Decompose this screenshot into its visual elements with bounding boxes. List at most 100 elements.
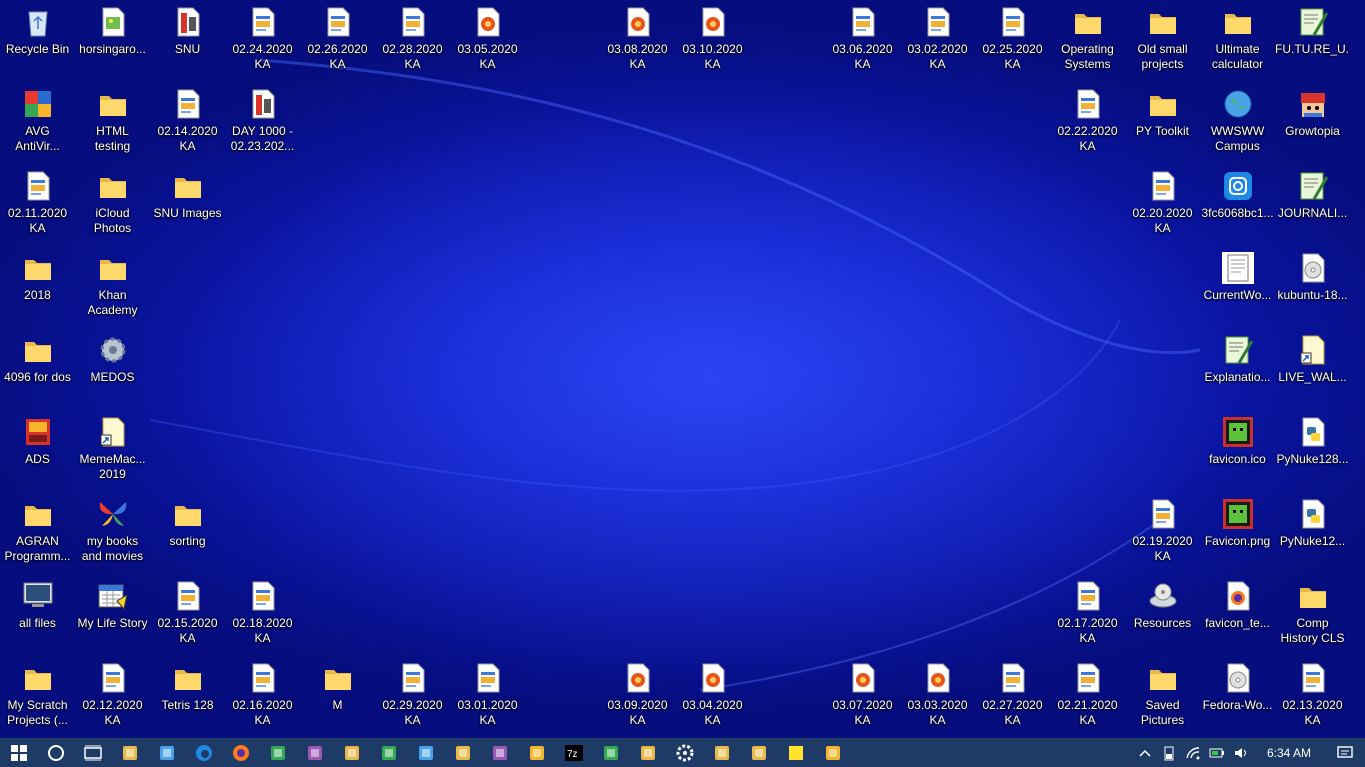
green-app-icon[interactable] (407, 738, 444, 767)
desktop-icon[interactable]: AVG AntiVir... (0, 82, 75, 162)
desktop-icon[interactable]: Explanatio... (1200, 328, 1275, 408)
clock[interactable]: 6:34 AM (1253, 746, 1325, 760)
chevron-up-icon[interactable] (1133, 738, 1157, 767)
desktop-icon[interactable]: 03.08.2020 KA (600, 0, 675, 80)
desktop-icon[interactable]: 03.06.2020 KA (825, 0, 900, 80)
desktop-icon[interactable]: 02.15.2020 KA (150, 574, 225, 654)
desktop-icon[interactable]: 02.11.2020 KA (0, 164, 75, 244)
desktop-icon[interactable]: 02.24.2020 KA (225, 0, 300, 80)
desktop-icon[interactable]: LIVE_WAL... (1275, 328, 1350, 408)
desktop-icon[interactable]: PY Toolkit (1125, 82, 1200, 162)
desktop-icon[interactable]: sorting (150, 492, 225, 572)
desktop-icon[interactable]: FU.TU.RE_U... (1275, 0, 1350, 80)
desktop-icon[interactable]: My Life Story (75, 574, 150, 654)
desktop-icon[interactable]: Resources (1125, 574, 1200, 654)
desktop-icon[interactable]: 3fc6068bc1... (1200, 164, 1275, 244)
task-view-button[interactable] (74, 738, 111, 767)
game-app-icon[interactable] (333, 738, 370, 767)
desktop-icon[interactable]: My Scratch Projects (... (0, 656, 75, 736)
desktop-icon[interactable]: PyNuke128... (1275, 410, 1350, 490)
desktop-icon[interactable]: Recycle Bin (0, 0, 75, 80)
desktop-icon[interactable]: 03.02.2020 KA (900, 0, 975, 80)
desktop-icon[interactable]: favicon.ico (1200, 410, 1275, 490)
desktop-icon[interactable]: horsingaro... (75, 0, 150, 80)
desktop-icon[interactable]: 03.05.2020 KA (450, 0, 525, 80)
film-app-icon[interactable] (740, 738, 777, 767)
desktop-icon[interactable]: 03.01.2020 KA (450, 656, 525, 736)
photos-app-icon[interactable] (814, 738, 851, 767)
desktop-icon[interactable]: Old small projects (1125, 0, 1200, 80)
gimp-icon[interactable] (370, 738, 407, 767)
desktop-icon[interactable]: MEDOS (75, 328, 150, 408)
desktop-icon[interactable]: HTML testing (75, 82, 150, 162)
desktop-icon[interactable]: ADS (0, 410, 75, 490)
desktop-icon[interactable]: CurrentWo... (1200, 246, 1275, 326)
desktop-icon[interactable]: 03.03.2020 KA (900, 656, 975, 736)
desktop-icon[interactable]: Operating Systems (1050, 0, 1125, 80)
desktop-icon[interactable]: 02.27.2020 KA (975, 656, 1050, 736)
desktop-icon[interactable]: 02.26.2020 KA (300, 0, 375, 80)
desktop-icon[interactable]: Growtopia (1275, 82, 1350, 162)
picture-app-icon[interactable] (592, 738, 629, 767)
books-app-icon[interactable] (148, 738, 185, 767)
desktop-icon[interactable]: JOURNALI... (1275, 164, 1350, 244)
desktop-icon[interactable]: 02.29.2020 KA (375, 656, 450, 736)
desktop-icon[interactable]: AGRAN Programm... (0, 492, 75, 572)
orange-app-icon[interactable] (518, 738, 555, 767)
computer-icon[interactable] (111, 738, 148, 767)
start-button[interactable] (0, 738, 37, 767)
desktop-icon[interactable]: Saved Pictures (1125, 656, 1200, 736)
desktop-icon[interactable]: Favicon.png (1200, 492, 1275, 572)
desktop-icon[interactable]: SNU (150, 0, 225, 80)
pet-app-icon[interactable] (296, 738, 333, 767)
desktop-icon[interactable]: 03.04.2020 KA (675, 656, 750, 736)
desktop-icon[interactable]: 03.07.2020 KA (825, 656, 900, 736)
explorer-icon[interactable] (444, 738, 481, 767)
7zip-icon[interactable]: 7z (555, 738, 592, 767)
desktop-icon[interactable]: 02.28.2020 KA (375, 0, 450, 80)
sticky-notes-icon[interactable] (777, 738, 814, 767)
desktop-icon[interactable]: Tetris 128 (150, 656, 225, 736)
desktop-icon[interactable]: M (300, 656, 375, 736)
desktop-icon[interactable]: MemeMac... 2019 (75, 410, 150, 490)
desktop-icon[interactable]: 4096 for dos (0, 328, 75, 408)
notepad-icon[interactable] (481, 738, 518, 767)
desktop-icon[interactable]: favicon_te... (1200, 574, 1275, 654)
cortana-search-button[interactable] (37, 738, 74, 767)
desktop-icon[interactable]: iCloud Photos (75, 164, 150, 244)
blue-app-icon[interactable] (703, 738, 740, 767)
desktop-icon[interactable]: 03.10.2020 KA (675, 0, 750, 80)
firefox-icon[interactable] (222, 738, 259, 767)
desktop-icon[interactable]: DAY 1000 - 02.23.202... (225, 82, 300, 162)
desktop-icon[interactable]: 03.09.2020 KA (600, 656, 675, 736)
battery-icon[interactable] (1157, 738, 1181, 767)
settings-icon[interactable] (666, 738, 703, 767)
desktop-icon[interactable]: 02.20.2020 KA (1125, 164, 1200, 244)
desktop-icon[interactable]: kubuntu-18... (1275, 246, 1350, 326)
desktop-icon[interactable]: all files (0, 574, 75, 654)
desktop-icon[interactable]: my books and movies (75, 492, 150, 572)
desktop-icon[interactable]: SNU Images (150, 164, 225, 244)
desktop-icon[interactable]: PyNuke12... (1275, 492, 1350, 572)
volume-icon[interactable] (1229, 738, 1253, 767)
desktop-icon[interactable]: Khan Academy (75, 246, 150, 326)
desktop-icon[interactable]: 02.17.2020 KA (1050, 574, 1125, 654)
wifi-icon[interactable] (1181, 738, 1205, 767)
desktop-icon[interactable]: 02.12.2020 KA (75, 656, 150, 736)
desktop-icon[interactable]: 02.13.2020 KA (1275, 656, 1350, 736)
desktop-icon[interactable]: 02.16.2020 KA (225, 656, 300, 736)
desktop-icon[interactable]: 02.22.2020 KA (1050, 82, 1125, 162)
desktop-icon[interactable]: WWSWW Campus (1200, 82, 1275, 162)
desktop-icon[interactable]: 02.19.2020 KA (1125, 492, 1200, 572)
notification-icon[interactable] (1325, 738, 1365, 767)
desktop-icon[interactable]: 02.18.2020 KA (225, 574, 300, 654)
desktop-icon[interactable]: Ultimate calculator (1200, 0, 1275, 80)
desktop-icon[interactable]: 02.14.2020 KA (150, 82, 225, 162)
file-icon[interactable] (259, 738, 296, 767)
desktop-icon[interactable]: 02.21.2020 KA (1050, 656, 1125, 736)
power-icon[interactable] (1205, 738, 1229, 767)
desktop-icon[interactable]: Comp History CLS (1275, 574, 1350, 654)
desktop-icon[interactable]: Fedora-Wo... (1200, 656, 1275, 736)
desktop-icon[interactable]: 02.25.2020 KA (975, 0, 1050, 80)
desktop-icon[interactable]: 2018 (0, 246, 75, 326)
